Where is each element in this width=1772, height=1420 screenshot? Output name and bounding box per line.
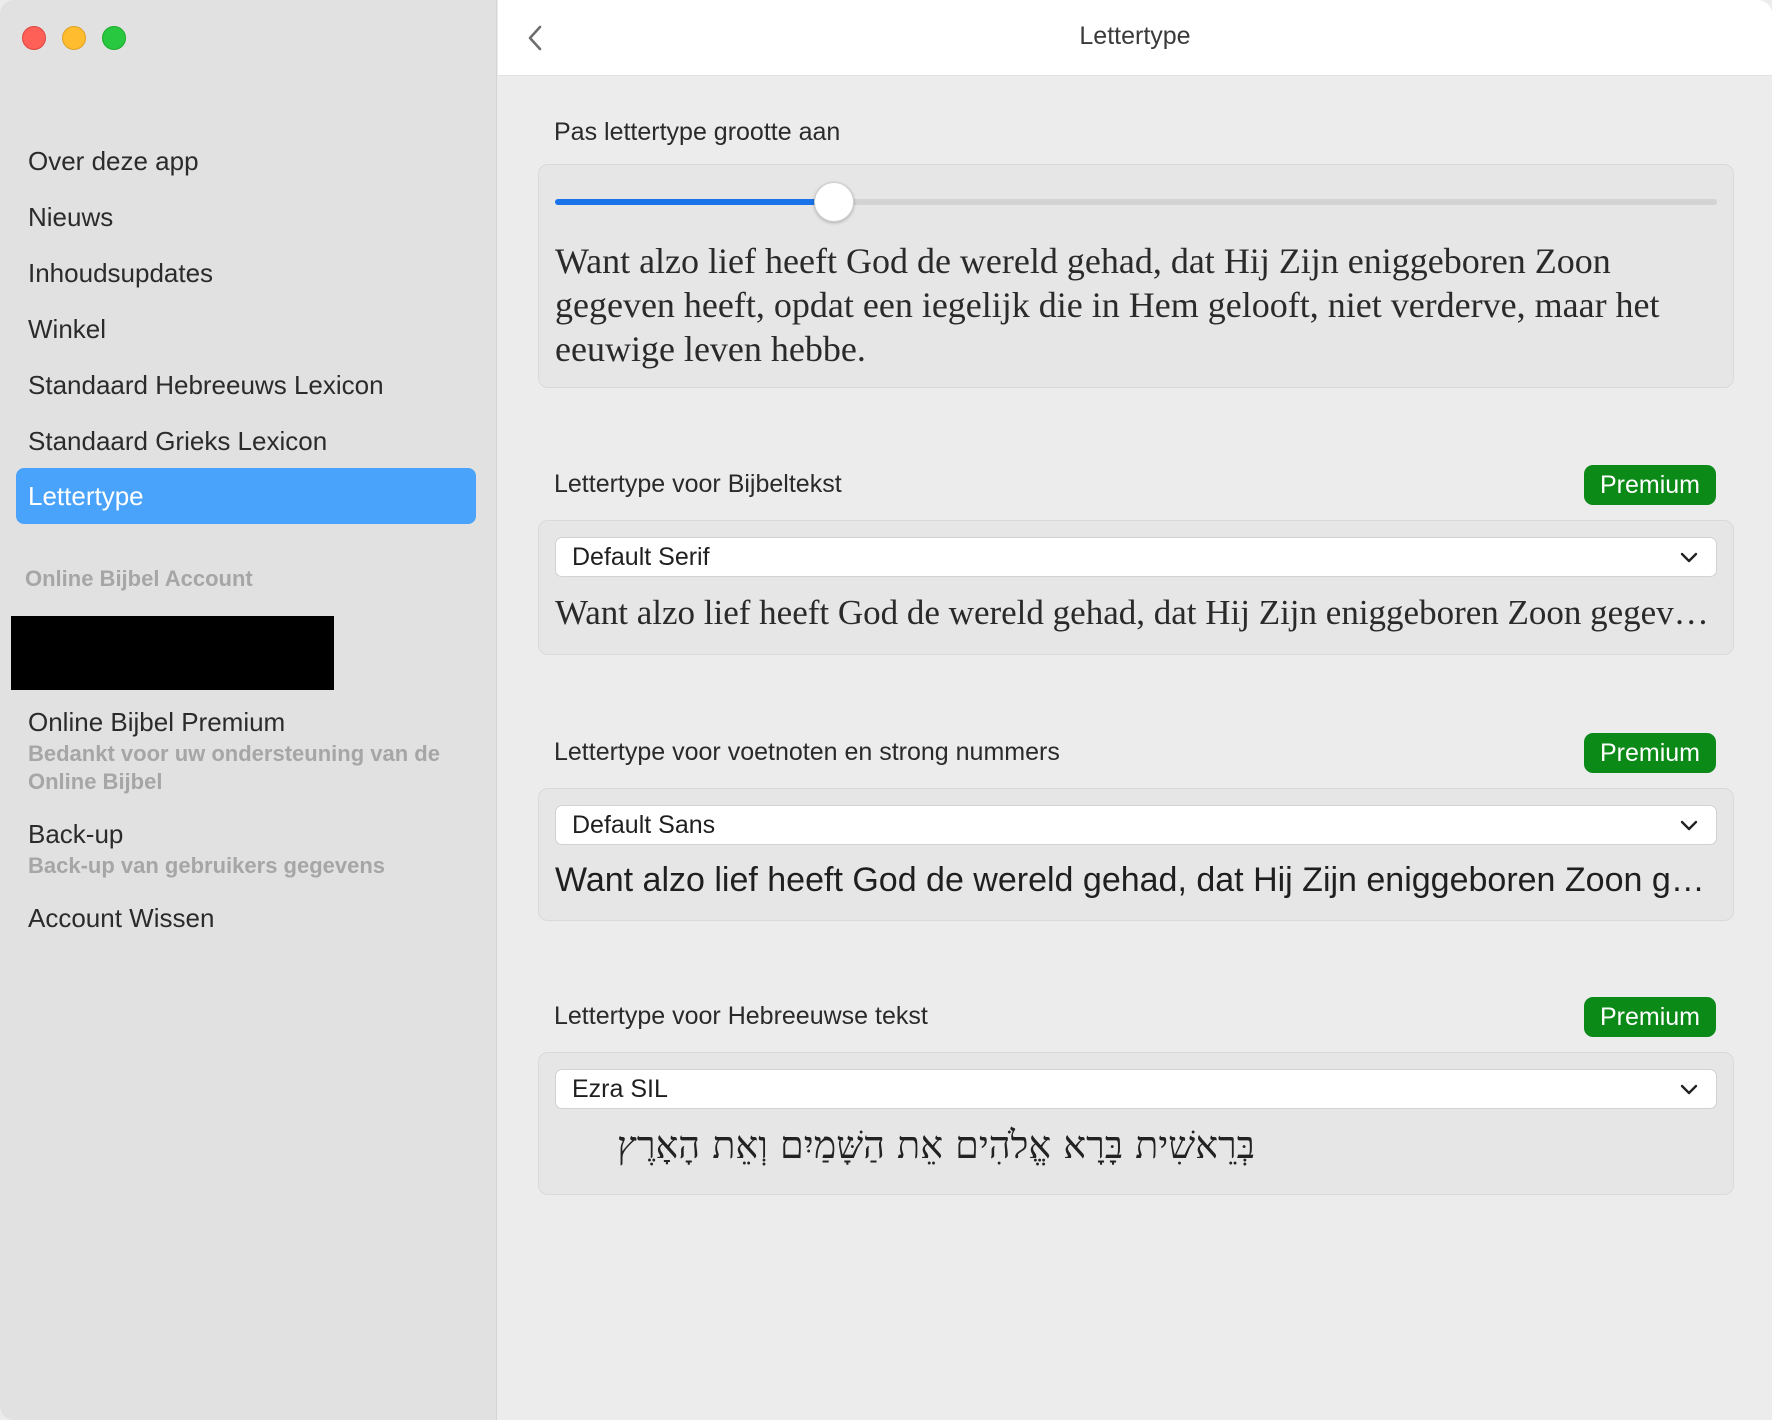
backup-subtitle: Back-up van gebruikers gegevens bbox=[28, 853, 386, 878]
hebrew-font-label: Lettertype voor Hebreeuwse tekst bbox=[554, 1002, 928, 1030]
redacted-account-info bbox=[11, 616, 334, 690]
minimize-window-button[interactable] bbox=[62, 26, 86, 50]
main-content: Lettertype Pas lettertype grootte aan Wa… bbox=[498, 0, 1772, 1420]
select-value: Default Serif bbox=[572, 542, 710, 571]
footnote-font-sample: Want alzo lief heeft God de wereld gehad… bbox=[555, 861, 1719, 899]
sidebar-item-label: Winkel bbox=[28, 313, 107, 344]
bible-font-sample: Want alzo lief heeft God de wereld gehad… bbox=[555, 593, 1719, 632]
sidebar-item-lettertype[interactable]: Lettertype bbox=[16, 468, 476, 524]
zoom-window-button[interactable] bbox=[102, 26, 126, 50]
sidebar-item-over-deze-app[interactable]: Over deze app bbox=[16, 133, 476, 189]
account-section-title: Online Bijbel Account bbox=[25, 566, 253, 591]
sidebar-item-label: Inhoudsupdates bbox=[28, 257, 214, 288]
title-bar: Lettertype bbox=[498, 0, 1772, 76]
premium-title: Online Bijbel Premium bbox=[28, 707, 286, 737]
page-title: Lettertype bbox=[1079, 22, 1191, 50]
sidebar-item-label: Standaard Grieks Lexicon bbox=[28, 425, 328, 456]
slider-knob[interactable] bbox=[813, 182, 854, 222]
sidebar-item-inhoudsupdates[interactable]: Inhoudsupdates bbox=[16, 245, 476, 301]
hebrew-font-select[interactable]: Ezra SIL bbox=[555, 1069, 1717, 1109]
sidebar-item-premium[interactable]: Online Bijbel Premium Bedankt voor uw on… bbox=[28, 707, 478, 796]
chevron-down-icon bbox=[1680, 552, 1698, 563]
chevron-down-icon bbox=[1680, 820, 1698, 831]
premium-badge: Premium bbox=[1583, 465, 1716, 505]
sidebar-item-winkel[interactable]: Winkel bbox=[16, 301, 476, 357]
sidebar-item-account-wissen[interactable]: Account Wissen bbox=[28, 903, 478, 934]
font-size-slider[interactable] bbox=[555, 182, 1717, 222]
close-window-button[interactable] bbox=[22, 26, 46, 50]
size-section-label: Pas lettertype grootte aan bbox=[554, 118, 841, 146]
bible-font-label: Lettertype voor Bijbeltekst bbox=[554, 470, 842, 498]
sidebar-item-hebreeuws-lexicon[interactable]: Standaard Hebreeuws Lexicon bbox=[16, 357, 476, 413]
select-value: Ezra SIL bbox=[572, 1074, 668, 1103]
hebrew-font-panel: Ezra SIL בְּרֵאשִׁית בָּרָא אֱלֹהִים אֵת… bbox=[538, 1052, 1734, 1195]
sidebar-item-label: Standaard Hebreeuws Lexicon bbox=[28, 369, 384, 400]
footnote-font-panel: Default Sans Want alzo lief heeft God de… bbox=[538, 788, 1734, 921]
delete-account-label: Account Wissen bbox=[28, 903, 215, 933]
slider-fill bbox=[555, 199, 834, 205]
backup-title: Back-up bbox=[28, 819, 124, 849]
premium-badge: Premium bbox=[1583, 733, 1716, 773]
sidebar-item-grieks-lexicon[interactable]: Standaard Grieks Lexicon bbox=[16, 413, 476, 469]
sidebar-item-label: Nieuws bbox=[28, 201, 114, 232]
window-controls bbox=[22, 26, 126, 50]
sidebar: Over deze app Nieuws Inhoudsupdates Wink… bbox=[0, 0, 497, 1420]
app-window: Over deze app Nieuws Inhoudsupdates Wink… bbox=[0, 0, 1772, 1420]
premium-badge: Premium bbox=[1583, 997, 1716, 1037]
footnote-font-select[interactable]: Default Sans bbox=[555, 805, 1717, 845]
sidebar-item-label: Over deze app bbox=[28, 145, 199, 176]
sidebar-item-backup[interactable]: Back-up Back-up van gebruikers gegevens bbox=[28, 819, 478, 880]
select-value: Default Sans bbox=[572, 810, 716, 839]
bible-font-select[interactable]: Default Serif bbox=[555, 537, 1717, 577]
size-sample-text: Want alzo lief heeft God de wereld gehad… bbox=[555, 241, 1660, 369]
sidebar-item-nieuws[interactable]: Nieuws bbox=[16, 189, 476, 245]
sidebar-item-label: Lettertype bbox=[28, 480, 144, 511]
hebrew-font-sample: בְּרֵאשִׁית בָּרָא אֱלֹהִים אֵת הַשָּׁמַ… bbox=[617, 1123, 1255, 1167]
bible-font-panel: Default Serif Want alzo lief heeft God d… bbox=[538, 520, 1734, 655]
chevron-down-icon bbox=[1680, 1084, 1698, 1095]
premium-subtitle: Bedankt voor uw ondersteuning van de Onl… bbox=[28, 741, 440, 794]
footnote-font-label: Lettertype voor voetnoten en strong numm… bbox=[554, 738, 1060, 766]
size-panel: Want alzo lief heeft God de wereld gehad… bbox=[538, 164, 1734, 388]
